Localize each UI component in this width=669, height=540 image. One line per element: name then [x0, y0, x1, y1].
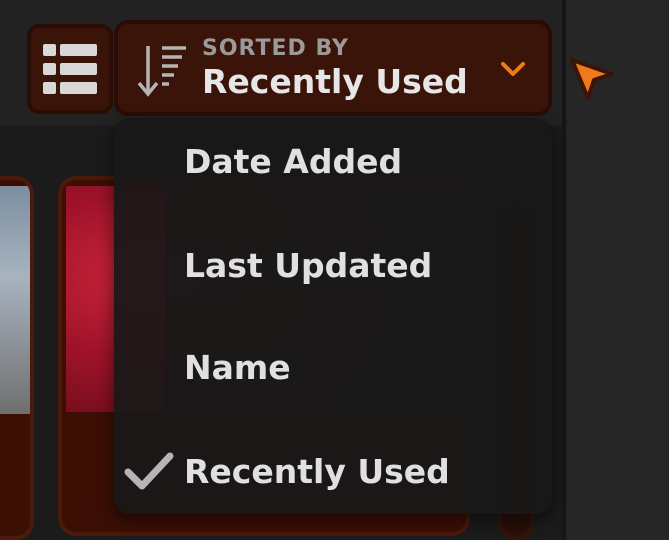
- sort-option-name[interactable]: Name: [114, 328, 552, 408]
- sort-option-label: Date Added: [184, 142, 403, 181]
- sort-dropdown-button[interactable]: SORTED BY Recently Used: [114, 20, 552, 116]
- sort-option-label: Last Updated: [184, 246, 433, 285]
- card-thumbnail: [0, 186, 30, 414]
- cursor-arrow-icon: [570, 58, 614, 100]
- sort-option-label: Recently Used: [184, 452, 450, 491]
- sort-current-value: Recently Used: [202, 62, 468, 101]
- sort-option-last-updated[interactable]: Last Updated: [114, 226, 552, 306]
- sort-option-date-added[interactable]: Date Added: [114, 122, 552, 202]
- list-view-icon: [43, 44, 97, 94]
- sort-option-label: Name: [184, 348, 291, 387]
- sort-descending-icon: [137, 46, 186, 97]
- sort-options-menu: Date Added Last Updated Name Recently Us…: [114, 118, 552, 514]
- content-card[interactable]: [0, 176, 34, 540]
- sort-caption: SORTED BY: [202, 36, 349, 61]
- checkmark-icon: [124, 452, 174, 490]
- view-toggle-button[interactable]: [27, 24, 113, 114]
- chevron-down-icon: [501, 62, 525, 76]
- sort-option-recently-used[interactable]: Recently Used: [114, 432, 552, 512]
